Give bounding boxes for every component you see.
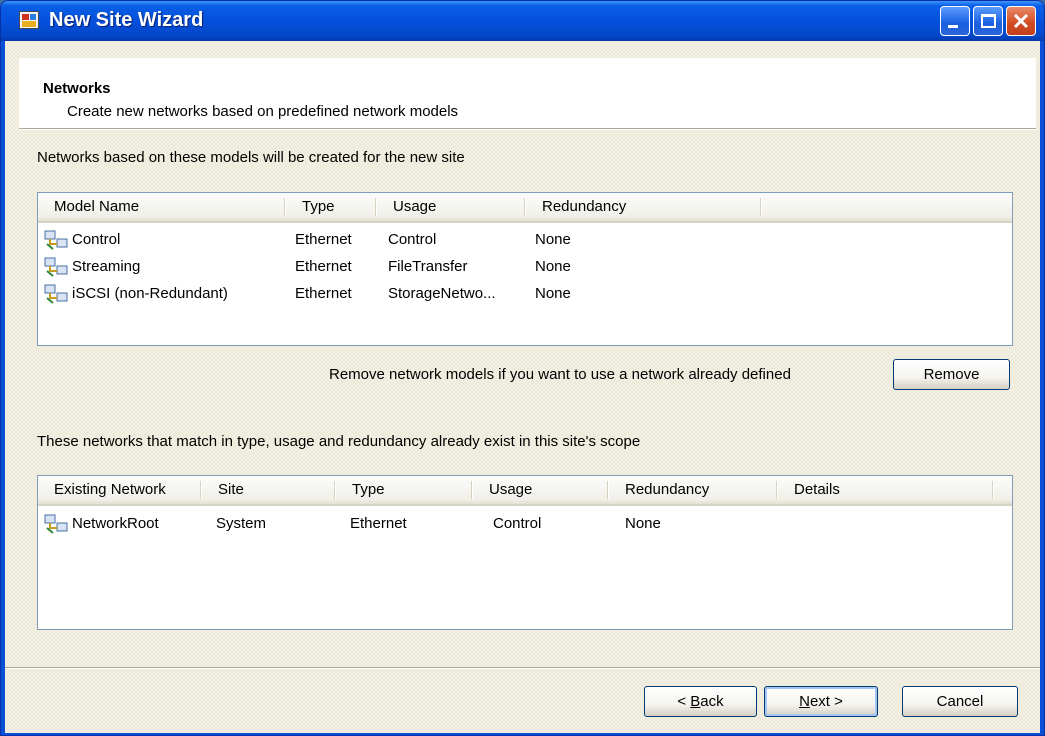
model-name-cell: Control bbox=[72, 231, 121, 248]
back-rest: ack bbox=[700, 693, 724, 710]
remove-button[interactable]: Remove bbox=[893, 359, 1010, 390]
network-site-cell: System bbox=[216, 515, 267, 532]
column-header-details[interactable]: Details bbox=[778, 476, 994, 504]
column-header-site[interactable]: Site bbox=[202, 476, 336, 504]
column-header-usage[interactable]: Usage bbox=[377, 193, 526, 221]
list-item[interactable]: Streaming Ethernet FileTransfer None bbox=[38, 253, 1012, 280]
existing-networks-list[interactable]: Existing Network Site Type Usage Redunda… bbox=[37, 475, 1013, 630]
wizard-header: Networks Create new networks based on pr… bbox=[19, 58, 1036, 128]
page-subtitle: Create new networks based on predefined … bbox=[67, 103, 459, 120]
remove-hint-label: Remove network models if you want to use… bbox=[329, 366, 791, 383]
wizard-app-icon bbox=[19, 11, 39, 29]
network-icon bbox=[44, 257, 68, 277]
network-name-cell: NetworkRoot bbox=[72, 515, 159, 532]
next-accelerator: N bbox=[799, 693, 810, 710]
model-usage-cell: Control bbox=[388, 231, 437, 248]
next-rest: ext > bbox=[809, 693, 843, 710]
network-models-list[interactable]: Model Name Type Usage Redundancy Control… bbox=[37, 192, 1013, 346]
model-usage-cell: StorageNetwo... bbox=[388, 285, 496, 302]
footer-divider bbox=[5, 667, 1040, 669]
maximize-button[interactable] bbox=[973, 6, 1003, 36]
wizard-window: New Site Wizard Networks Create new netw… bbox=[0, 0, 1045, 736]
window-title: New Site Wizard bbox=[49, 9, 204, 31]
network-type-cell: Ethernet bbox=[350, 515, 407, 532]
models-label: Networks based on these models will be c… bbox=[37, 149, 465, 166]
back-accelerator: B bbox=[690, 693, 701, 710]
back-button[interactable]: < Back bbox=[644, 686, 757, 717]
minimize-button[interactable] bbox=[940, 6, 970, 36]
model-name-cell: Streaming bbox=[72, 258, 141, 275]
model-redundancy-cell: None bbox=[535, 285, 571, 302]
network-redundancy-cell: None bbox=[625, 515, 661, 532]
list-item[interactable]: iSCSI (non-Redundant) Ethernet StorageNe… bbox=[38, 280, 1012, 307]
network-usage-cell: Control bbox=[493, 515, 542, 532]
model-usage-cell: FileTransfer bbox=[388, 258, 468, 275]
network-icon bbox=[44, 230, 68, 250]
column-header-existing-network[interactable]: Existing Network bbox=[38, 476, 202, 504]
cancel-button[interactable]: Cancel bbox=[902, 686, 1018, 717]
back-prefix: < bbox=[677, 693, 691, 710]
existing-list-header: Existing Network Site Type Usage Redunda… bbox=[38, 476, 1012, 506]
model-type-cell: Ethernet bbox=[295, 231, 352, 248]
column-header-type[interactable]: Type bbox=[286, 193, 377, 221]
column-header-model-name[interactable]: Model Name bbox=[38, 193, 286, 221]
column-header-filler bbox=[994, 476, 1012, 504]
network-icon bbox=[44, 284, 68, 304]
existing-networks-label: These networks that match in type, usage… bbox=[37, 433, 641, 450]
model-type-cell: Ethernet bbox=[295, 258, 352, 275]
column-header-redundancy[interactable]: Redundancy bbox=[609, 476, 778, 504]
column-header-redundancy[interactable]: Redundancy bbox=[526, 193, 762, 221]
minimize-icon bbox=[948, 25, 958, 28]
model-type-cell: Ethernet bbox=[295, 285, 352, 302]
close-icon bbox=[1013, 13, 1029, 29]
title-bar[interactable]: New Site Wizard bbox=[1, 1, 1044, 41]
model-redundancy-cell: None bbox=[535, 231, 571, 248]
column-header-filler bbox=[762, 193, 1012, 221]
wizard-client-area: Networks Create new networks based on pr… bbox=[5, 41, 1040, 733]
models-list-header: Model Name Type Usage Redundancy bbox=[38, 193, 1012, 223]
page-title: Networks bbox=[43, 80, 111, 97]
column-header-usage[interactable]: Usage bbox=[473, 476, 609, 504]
list-item[interactable]: Control Ethernet Control None bbox=[38, 226, 1012, 253]
network-icon bbox=[44, 514, 68, 534]
model-redundancy-cell: None bbox=[535, 258, 571, 275]
model-name-cell: iSCSI (non-Redundant) bbox=[72, 285, 228, 302]
column-header-type[interactable]: Type bbox=[336, 476, 473, 504]
close-button[interactable] bbox=[1006, 6, 1036, 36]
table-row[interactable]: NetworkRoot System Ethernet Control None bbox=[38, 510, 1012, 537]
maximize-icon bbox=[981, 14, 996, 28]
next-button[interactable]: Next > bbox=[764, 686, 878, 717]
header-divider bbox=[19, 128, 1036, 130]
